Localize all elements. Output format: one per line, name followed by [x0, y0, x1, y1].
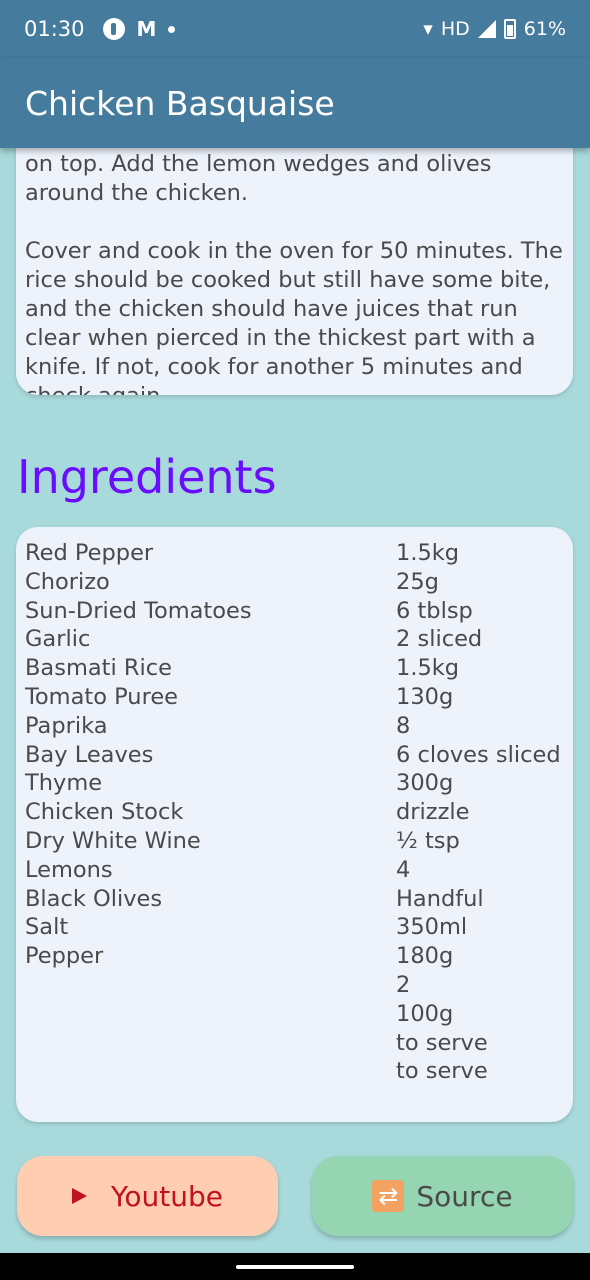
signal-icon: [477, 20, 496, 38]
ingredient-name: Sun-Dried Tomatoes: [25, 597, 252, 624]
ingredient-measure: to serve: [396, 1029, 488, 1056]
ingredient-measures-column: 1.5kg 25g 6 tblsp 2 sliced 1.5kg 130g 8 …: [396, 539, 571, 1086]
status-bar: 01:30 M ▾ HD 61%: [0, 0, 590, 58]
youtube-button-label: Youtube: [111, 1179, 223, 1213]
network-label: HD: [440, 18, 470, 40]
ingredient-name: Red Pepper: [25, 540, 154, 566]
page-title: Chicken Basquaise: [25, 83, 335, 123]
ingredient-measure: ½ tsp: [396, 827, 460, 854]
source-button-label: Source: [416, 1179, 513, 1213]
ingredient-measure: 4: [396, 856, 411, 883]
ingredient-name: Thyme: [25, 770, 103, 797]
ingredient-measure: 8: [396, 712, 411, 739]
ingredient-name: Dry White Wine: [25, 827, 201, 854]
ingredient-name: Pepper: [25, 943, 104, 970]
status-time: 01:30: [24, 17, 85, 41]
ingredients-title: Ingredients: [17, 450, 277, 504]
source-button[interactable]: ⇄ Source: [312, 1156, 573, 1236]
instructions-paragraph: on top. Add the lemon wedges and olives …: [25, 151, 492, 206]
ingredient-name: Chicken Stock: [25, 799, 184, 826]
ingredient-measure: 6 cloves sliced: [396, 741, 561, 768]
ingredient-measure: 25g: [396, 568, 439, 595]
play-icon: [72, 1188, 87, 1204]
ingredient-names-column: Red Pepper Chorizo Sun-Dried Tomatoes Ga…: [25, 539, 385, 971]
ingredient-name: Basmati Rice: [25, 655, 172, 682]
ingredient-name: Salt: [25, 914, 69, 941]
ingredient-name: Paprika: [25, 712, 108, 739]
dot-icon: [168, 25, 176, 33]
instructions-card[interactable]: on top. Add the lemon wedges and olives …: [16, 120, 573, 395]
ingredient-measure: 1.5kg: [396, 540, 460, 566]
ingredient-name: Bay Leaves: [25, 741, 154, 768]
mail-icon: M: [136, 17, 157, 41]
battery-icon: [503, 19, 516, 39]
ingredient-measure: drizzle: [396, 799, 470, 826]
system-icons: ▾ HD 61%: [423, 18, 566, 40]
instructions-paragraph: Cover and cook in the oven for 50 minute…: [25, 238, 563, 395]
ingredient-measure: 1.5kg: [396, 655, 460, 682]
ingredient-measure: 300g: [396, 770, 454, 797]
app-bar: Chicken Basquaise: [0, 58, 590, 148]
ingredient-measure: 100g: [396, 1000, 454, 1027]
ingredient-name: Chorizo: [25, 568, 110, 595]
system-nav-bar: [0, 1253, 590, 1280]
ingredient-measure: 130g: [396, 683, 454, 710]
notification-icons: M: [102, 17, 176, 41]
ingredient-measure: 2 sliced: [396, 626, 483, 653]
ingredient-name: Garlic: [25, 626, 91, 653]
ingredients-card: Red Pepper Chorizo Sun-Dried Tomatoes Ga…: [16, 527, 573, 1122]
home-gesture-handle[interactable]: [236, 1265, 354, 1269]
ingredient-measure: 180g: [396, 943, 454, 970]
wifi-icon: ▾: [423, 18, 433, 40]
ingredient-measure: 6 tblsp: [396, 597, 473, 624]
youtube-button[interactable]: Youtube: [17, 1156, 278, 1236]
battery-percent: 61%: [523, 18, 566, 40]
ingredient-name: Lemons: [25, 856, 113, 883]
ingredient-measure: Handful: [396, 885, 484, 912]
circle-app-icon: [102, 18, 125, 40]
repeat-icon: ⇄: [372, 1180, 405, 1212]
ingredient-name: Black Olives: [25, 885, 163, 912]
ingredient-measure: 2: [396, 971, 411, 998]
ingredient-name: Tomato Puree: [25, 683, 179, 710]
ingredient-measure: to serve: [396, 1058, 488, 1085]
ingredient-measure: 350ml: [396, 914, 468, 941]
